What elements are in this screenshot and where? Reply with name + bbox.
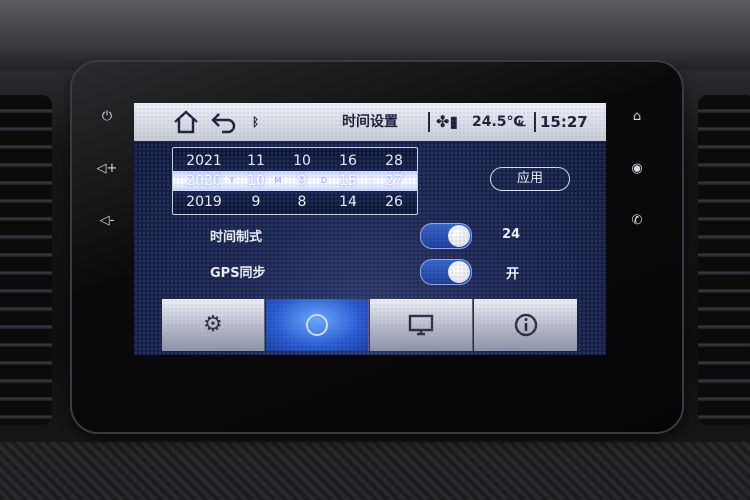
page-title: 时间设置	[342, 114, 398, 130]
power-icon[interactable]: ⏻	[96, 106, 118, 128]
month-value: 11	[247, 153, 265, 169]
picker-row-prev[interactable]: 2019 9 8 14 26	[173, 192, 417, 212]
navigation-icon[interactable]: ◉	[626, 158, 648, 180]
day-value: 9	[297, 173, 307, 189]
info-icon	[474, 299, 577, 351]
year-value: 2019	[186, 194, 222, 210]
bluetooth-icon: ᛒ	[252, 115, 260, 129]
gps-sync-toggle[interactable]	[420, 259, 472, 285]
hour-value: 14	[339, 194, 357, 210]
clock-icon	[266, 299, 368, 351]
time-format-toggle[interactable]	[420, 223, 472, 249]
display-icon	[370, 299, 472, 351]
time-separator: :	[368, 173, 374, 189]
hour-value: 16	[339, 153, 357, 169]
phone-icon[interactable]: ✆	[626, 210, 648, 232]
gears-icon: ⚙	[203, 312, 223, 337]
day-value: 10	[293, 153, 311, 169]
gps-sync-value: 开	[506, 267, 520, 282]
divider	[534, 112, 536, 132]
tab-time-settings[interactable]	[266, 299, 369, 351]
picker-row-selected[interactable]: 2020 Y 10 M 9 D 15 : 27	[173, 171, 417, 191]
month-value: 9	[251, 194, 261, 210]
toggle-knob	[448, 225, 470, 247]
time-format-label: 时间制式	[210, 230, 263, 245]
time-format-value: 24	[502, 227, 521, 242]
toggle-knob	[448, 261, 470, 283]
dashboard-top	[0, 0, 750, 70]
day-unit: D	[320, 176, 328, 185]
apply-button[interactable]: 应用	[490, 167, 570, 191]
tab-general-settings[interactable]: ⚙	[162, 299, 265, 351]
back-icon[interactable]	[210, 103, 238, 141]
clock: 15:27	[540, 113, 588, 131]
year-value: 2020	[186, 173, 222, 189]
seat-icon[interactable]: ⟀	[518, 103, 526, 141]
home-icon[interactable]: ⌂	[626, 106, 648, 128]
gps-sync-label: GPS同步	[210, 266, 266, 281]
minute-value: 28	[385, 153, 403, 169]
datetime-picker[interactable]: 2021 11 10 16 28 2020 Y 10 M 9 D 15 : 27…	[172, 147, 418, 215]
month-value: 10	[247, 173, 265, 189]
month-unit: M	[274, 176, 282, 185]
tab-system-info[interactable]	[474, 299, 577, 351]
air-vent-left	[0, 95, 52, 425]
divider	[428, 112, 430, 132]
air-vent-right	[698, 95, 750, 425]
temperature: 24.5℃	[472, 114, 524, 130]
day-value: 8	[297, 194, 307, 210]
volume-down-icon[interactable]: ◁-	[96, 210, 118, 232]
minute-value: 26	[385, 194, 403, 210]
volume-up-icon[interactable]: ◁+	[96, 158, 118, 180]
infotainment-screen: ᛒ 时间设置 ✤▮ 24.5℃ ⟀ 15:27 2021 11 10 16 28…	[134, 103, 606, 355]
status-bar: ᛒ 时间设置 ✤▮ 24.5℃ ⟀ 15:27	[134, 103, 606, 141]
bottom-tab-bar: ⚙	[162, 299, 578, 351]
fan-icon[interactable]: ✤▮	[436, 103, 458, 141]
year-value: 2021	[186, 153, 222, 169]
picker-row-next[interactable]: 2021 11 10 16 28	[173, 151, 417, 171]
carbon-trim	[0, 442, 750, 500]
hour-value: 15	[339, 173, 357, 189]
tab-display-settings[interactable]	[370, 299, 473, 351]
year-unit: Y	[229, 176, 235, 185]
minute-value: 27	[385, 173, 403, 189]
home-icon[interactable]	[172, 103, 200, 141]
